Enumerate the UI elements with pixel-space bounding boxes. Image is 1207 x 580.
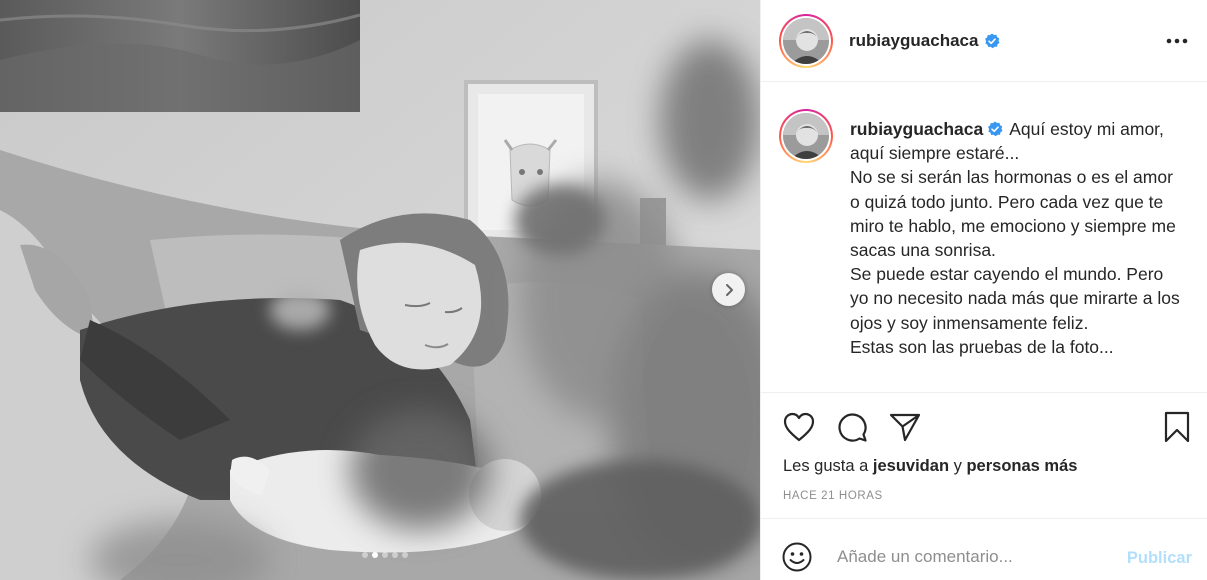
more-options-button[interactable]: [1162, 26, 1192, 56]
share-button[interactable]: [887, 409, 923, 445]
verified-badge-icon: [985, 33, 1000, 48]
emoji-button[interactable]: [781, 541, 813, 573]
avatar[interactable]: [779, 13, 833, 68]
post-photo[interactable]: [0, 0, 760, 580]
photo-image: [0, 0, 760, 580]
post-side-panel: rubiayguachaca rubiayguachaca Aquí estoy…: [760, 0, 1207, 580]
comment-icon: [838, 413, 867, 442]
carousel-dot: [392, 552, 398, 558]
save-button[interactable]: [1159, 409, 1195, 445]
carousel-next-button[interactable]: [712, 273, 745, 306]
carousel-dot: [382, 552, 388, 558]
heart-icon: [783, 412, 815, 442]
bookmark-icon: [1164, 411, 1190, 443]
emoji-smiley-icon: [782, 542, 812, 572]
comment-button[interactable]: [834, 409, 870, 445]
post-actions: Les gusta a jesuvidan y personas más HAC…: [761, 392, 1207, 518]
post-header: rubiayguachaca: [761, 0, 1207, 82]
caption-line: Se puede estar cayendo el mundo. Pero yo…: [850, 264, 1180, 333]
other-likes-link[interactable]: personas más: [966, 457, 1077, 475]
carousel-dot: [362, 552, 368, 558]
caption-text: rubiayguachaca Aquí estoy mi amor, aquí …: [850, 117, 1180, 359]
caption-section: rubiayguachaca Aquí estoy mi amor, aquí …: [761, 83, 1207, 391]
caption-username[interactable]: rubiayguachaca: [850, 119, 983, 139]
like-button[interactable]: [781, 409, 817, 445]
likes-summary: Les gusta a jesuvidan y personas más: [783, 457, 1078, 475]
chevron-right-icon: [725, 283, 733, 296]
carousel-dot-active: [372, 552, 378, 558]
header-username[interactable]: rubiayguachaca: [849, 31, 978, 51]
carousel-indicator: [0, 552, 760, 558]
avatar-image: [783, 17, 829, 64]
caption-line: Estas son las pruebas de la foto...: [850, 336, 1114, 357]
liked-by-user-link[interactable]: jesuvidan: [873, 457, 949, 475]
verified-badge-icon: [988, 121, 1003, 137]
avatar-image: [783, 113, 829, 159]
caption-line: No se si serán las hormonas o es el amor…: [850, 167, 1176, 261]
instagram-post: rubiayguachaca rubiayguachaca Aquí estoy…: [0, 0, 1207, 580]
more-horizontal-icon: [1166, 38, 1188, 44]
caption-avatar[interactable]: [779, 109, 833, 163]
comment-input[interactable]: [837, 547, 1107, 567]
send-icon: [889, 413, 921, 442]
publish-button[interactable]: Publicar: [1127, 549, 1192, 568]
comment-bar: Publicar: [761, 518, 1207, 580]
post-timestamp[interactable]: HACE 21 HORAS: [783, 490, 883, 502]
carousel-dot: [402, 552, 408, 558]
